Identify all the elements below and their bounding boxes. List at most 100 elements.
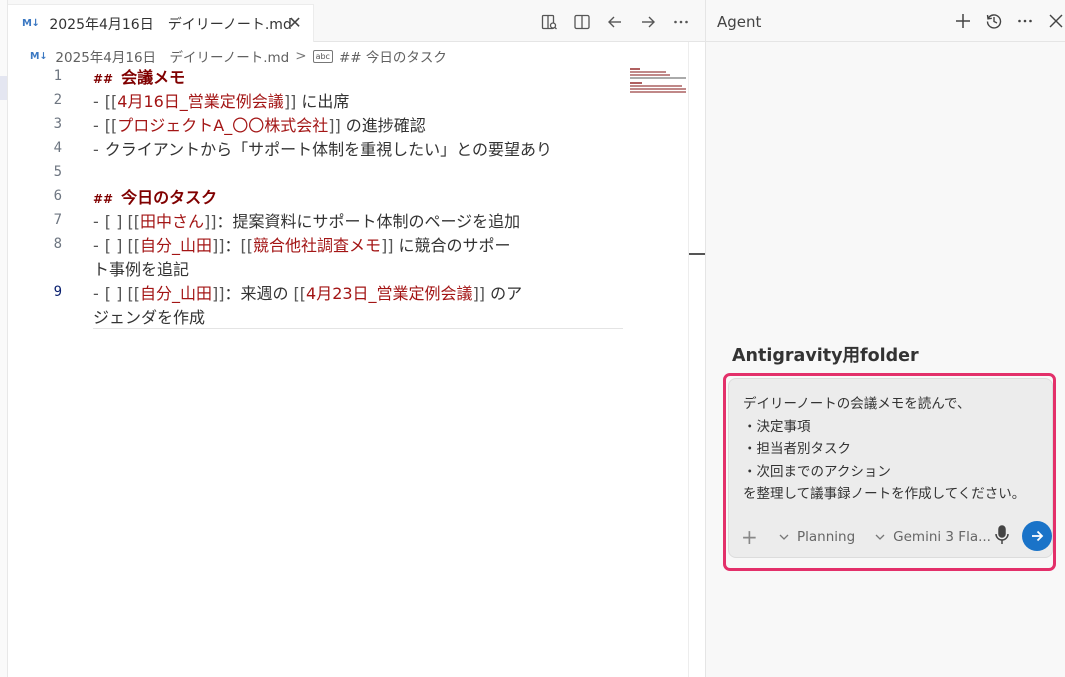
text-editor[interactable]: 1 2 3 4 5 6 7 8 9 ## 会議メモ - [[4月16日_営業定例会議… <box>8 66 688 677</box>
wiki-link[interactable]: 4月23日_営業定例会議 <box>306 284 473 303</box>
breadcrumb: M↓ 2025年4月16日 デイリーノート.md > abc ## 今日のタスク <box>30 46 447 66</box>
wiki-link[interactable]: 田中さん <box>140 212 204 231</box>
editor-actions <box>539 12 691 32</box>
link-open: [[ <box>127 212 140 231</box>
link-open: [[ <box>127 236 140 255</box>
agent-panel-actions <box>953 11 1065 31</box>
list-marker: - <box>93 236 99 255</box>
agent-panel-header: Agent <box>706 0 1065 42</box>
heading-line: ## 今日のタスク <box>93 186 217 210</box>
list-item: - [[プロジェクトA_〇〇株式会社]] の進捗確認 <box>93 114 426 138</box>
list-marker: - <box>93 116 99 135</box>
symbol-string-icon: abc <box>312 49 333 63</box>
chat-input-box[interactable]: デイリーノートの会議メモを読んで、 ・決定事項 ・担当者別タスク ・次回までのア… <box>728 378 1053 558</box>
agent-panel: Agent Antigravity用folder デイリーノートの会議メモを読ん… <box>705 0 1065 677</box>
minimap-line <box>630 91 686 93</box>
wiki-link[interactable]: 4月16日_営業定例会議 <box>117 92 284 111</box>
add-context-icon[interactable]: + <box>741 525 759 549</box>
open-preview-icon[interactable] <box>539 12 559 32</box>
minimap-line <box>630 88 686 90</box>
list-marker: - <box>93 92 99 111</box>
chevron-down-icon <box>875 534 885 540</box>
tab-label: 2025年4月16日 デイリーノート.md <box>49 16 292 33</box>
more-actions-icon[interactable] <box>671 12 691 32</box>
go-back-icon[interactable] <box>605 12 625 32</box>
model-dropdown[interactable]: Gemini 3 Fla... <box>873 529 991 545</box>
minimap-line <box>630 82 642 84</box>
wrapped-line: ト事例を追記 <box>93 258 189 282</box>
line-number: 2 <box>53 92 62 108</box>
wrapped-line: ジェンダを作成 <box>93 306 205 330</box>
markdown-icon: M↓ <box>22 18 40 29</box>
tab-daily-note[interactable]: M↓ 2025年4月16日 デイリーノート.md ✕ <box>8 4 314 42</box>
mode-dropdown[interactable]: Planning <box>777 529 855 545</box>
new-chat-icon[interactable] <box>953 11 973 31</box>
chat-toolbar: + Planning Gemini 3 Fla... <box>741 525 991 549</box>
list-marker: - <box>93 212 99 231</box>
line-text: クライアントから「サポート体制を重視したい」との要望あり <box>104 140 552 159</box>
wiki-link[interactable]: プロジェクトA_〇〇株式会社 <box>117 116 328 135</box>
line-text: ：提案資料にサポート体制のページを追加 <box>216 212 521 231</box>
link-open: [[ <box>104 116 118 135</box>
line-number: 5 <box>53 164 62 180</box>
task-item: -[ ] [[田中さん]]：提案資料にサポート体制のページを追加 <box>93 210 520 234</box>
minimap-line <box>630 71 666 73</box>
breadcrumb-file[interactable]: 2025年4月16日 デイリーノート.md <box>55 46 289 66</box>
line-number: 6 <box>53 188 62 204</box>
line-text: ジェンダを作成 <box>93 308 206 327</box>
link-close: ]] <box>328 116 341 135</box>
heading-line: ## 会議メモ <box>93 66 185 90</box>
breadcrumb-separator: > <box>295 48 307 64</box>
wiki-link[interactable]: 自分_山田 <box>140 284 212 303</box>
line-number: 3 <box>53 116 62 132</box>
task-item: -[ ] [[自分_山田]]：[[競合他社調査メモ]] に競合のサポー <box>93 234 511 258</box>
wiki-link[interactable]: 競合他社調査メモ <box>253 236 381 255</box>
line-text: のア <box>485 284 523 303</box>
go-forward-icon[interactable] <box>638 12 658 32</box>
more-icon[interactable] <box>1015 11 1035 31</box>
wiki-link[interactable]: 自分_山田 <box>140 236 212 255</box>
close-icon[interactable] <box>1046 11 1065 31</box>
editor-tab-bar: M↓ 2025年4月16日 デイリーノート.md ✕ <box>8 0 705 42</box>
list-item: - [[4月16日_営業定例会議]] に出席 <box>93 90 349 114</box>
list-marker: - <box>93 140 99 159</box>
tab-close-icon[interactable]: ✕ <box>287 14 303 32</box>
history-icon[interactable] <box>984 11 1004 31</box>
chevron-down-icon <box>779 534 789 540</box>
heading-text: 今日のタスク <box>121 188 218 207</box>
microphone-icon[interactable] <box>993 524 1011 546</box>
line-number: 8 <box>53 236 62 252</box>
line-number-active: 9 <box>53 284 62 300</box>
activity-gutter <box>0 0 8 677</box>
minimap-line <box>630 74 670 76</box>
mode-label: Planning <box>797 529 856 545</box>
minimap[interactable] <box>630 68 688 98</box>
arrow-right-icon <box>1032 530 1044 542</box>
link-close: ]] <box>203 212 217 231</box>
app-window: M↓ 2025年4月16日 デイリーノート.md ✕ M↓ 2025年4月16日 <box>0 0 1065 677</box>
link-close: ]] <box>211 236 225 255</box>
workspace-title: Antigravity用folder <box>732 346 919 366</box>
heading-marker: ## <box>93 72 114 86</box>
chat-input-text[interactable]: デイリーノートの会議メモを読んで、 ・決定事項 ・担当者別タスク ・次回までのア… <box>743 393 1043 506</box>
current-line-border <box>93 328 623 329</box>
link-open: [[ <box>104 92 118 111</box>
editor-scrollbar-track[interactable] <box>688 42 689 677</box>
list-marker: - <box>93 284 99 303</box>
line-text: の進捗確認 <box>340 116 426 135</box>
task-checkbox: [ ] <box>104 284 123 303</box>
breadcrumb-symbol[interactable]: ## 今日のタスク <box>339 46 447 66</box>
line-text: ：来週の <box>224 284 294 303</box>
minimap-line <box>630 68 640 70</box>
task-checkbox: [ ] <box>104 236 123 255</box>
send-button[interactable] <box>1022 521 1052 551</box>
link-close: ]] <box>211 284 225 303</box>
link-close: ]] <box>380 236 394 255</box>
list-item: - クライアントから「サポート体制を重視したい」との要望あり <box>93 138 552 162</box>
heading-marker: ## <box>93 192 114 206</box>
task-item: -[ ] [[自分_山田]]：来週の [[4月23日_営業定例会議]] のア <box>93 282 522 306</box>
task-checkbox: [ ] <box>104 212 123 231</box>
split-editor-icon[interactable] <box>572 12 592 32</box>
markdown-icon: M↓ <box>30 50 48 62</box>
line-number: 4 <box>53 140 62 156</box>
